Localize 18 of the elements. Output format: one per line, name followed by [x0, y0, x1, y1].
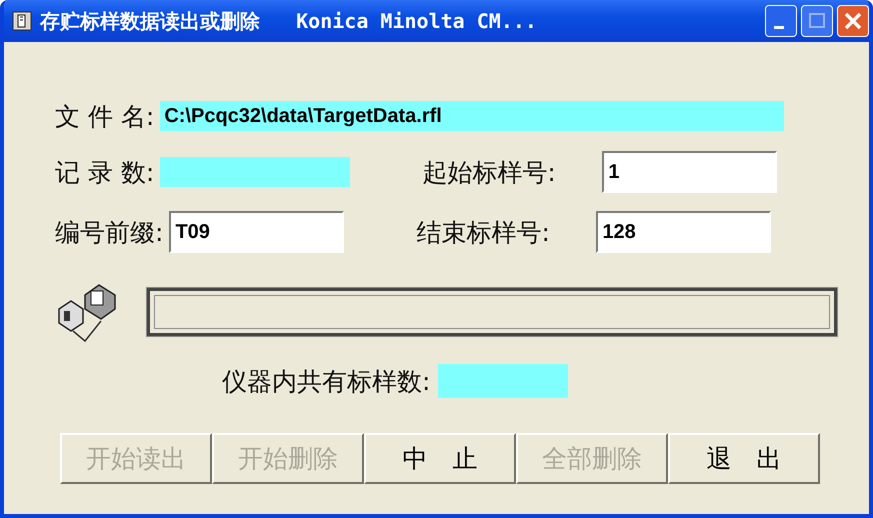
action-button[interactable]: 退 出: [668, 433, 820, 484]
prefix-input[interactable]: T09: [169, 211, 344, 253]
start-number-input[interactable]: 1: [602, 151, 778, 193]
prefix-label: 编号前缀:: [55, 216, 164, 248]
app-icon: [12, 11, 32, 31]
minimize-button[interactable]: [765, 5, 797, 37]
close-button[interactable]: [837, 5, 869, 37]
record-count-label: 记 录 数:: [55, 156, 154, 188]
start-number-label: 起始标样号:: [422, 156, 557, 188]
end-number-label: 结束标样号:: [416, 216, 551, 248]
action-button[interactable]: 中 止: [364, 433, 516, 484]
end-number-input[interactable]: 128: [596, 211, 772, 253]
window-title: 存贮标样数据读出或删除 Konica Minolta CM...: [40, 8, 538, 34]
file-name-label: 文 件 名:: [55, 100, 154, 132]
minimize-icon: [774, 26, 784, 28]
file-path-field: C:\Pcqc32\data\TargetData.rfl: [160, 101, 784, 131]
device-count-label: 仪器内共有标样数:: [222, 366, 430, 398]
maximize-button[interactable]: [801, 5, 833, 37]
